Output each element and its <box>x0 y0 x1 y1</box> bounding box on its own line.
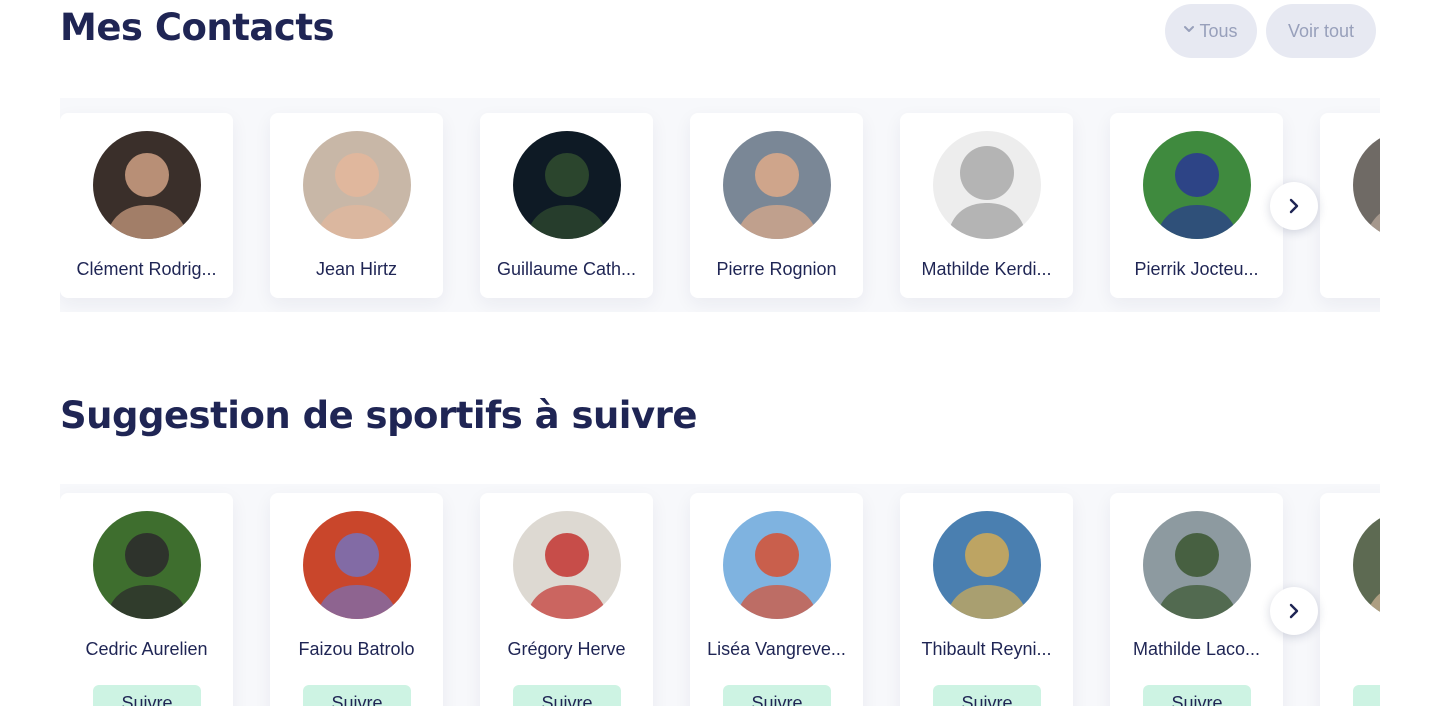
athlete-name[interactable]: Mathilde Laco... <box>1118 639 1275 660</box>
avatar[interactable] <box>93 511 201 619</box>
contact-card[interactable]: Pierre Rognion <box>690 113 863 298</box>
suggestions-carousel: Cedric Aurelien Suivre Faizou Batrolo Suivr… <box>60 484 1380 706</box>
avatar[interactable] <box>723 131 831 239</box>
contacts-next-button[interactable] <box>1270 182 1318 230</box>
suggestions-title: Suggestion de sportifs à suivre <box>60 394 697 437</box>
contact-name[interactable]: Mathilde Kerdi... <box>908 259 1065 280</box>
avatar[interactable] <box>1143 511 1251 619</box>
follow-button[interactable]: Suivre <box>303 685 411 706</box>
avatar[interactable] <box>723 511 831 619</box>
contact-name[interactable]: Pierrik Jocteu... <box>1118 259 1275 280</box>
chevron-right-icon <box>1289 603 1299 619</box>
contact-card[interactable]: Mathilde Kerdi... <box>900 113 1073 298</box>
avatar[interactable] <box>93 131 201 239</box>
contact-name[interactable]: Clément Rodrig... <box>68 259 225 280</box>
chevron-right-icon <box>1289 198 1299 214</box>
contacts-title: Mes Contacts <box>60 6 335 49</box>
athlete-card[interactable]: Cedric Aurelien Suivre <box>60 493 233 706</box>
suggestions-next-button[interactable] <box>1270 587 1318 635</box>
view-all-button[interactable]: Voir tout <box>1266 4 1376 58</box>
athlete-card[interactable]: Grégory Herve Suivre <box>480 493 653 706</box>
athlete-card[interactable]: Faizou Batrolo Suivre <box>270 493 443 706</box>
avatar[interactable] <box>933 511 1041 619</box>
avatar[interactable] <box>303 511 411 619</box>
avatar[interactable] <box>933 131 1041 239</box>
filter-dropdown-button[interactable]: Tous <box>1165 4 1257 58</box>
avatar[interactable] <box>513 131 621 239</box>
follow-button[interactable]: Suivre <box>1353 685 1380 706</box>
avatar[interactable] <box>513 511 621 619</box>
filter-label: Tous <box>1199 20 1238 41</box>
athlete-name[interactable]: Liséa Vangreve... <box>698 639 855 660</box>
athlete-card[interactable]: Liséa Vangreve... Suivre <box>690 493 863 706</box>
contact-card[interactable]: Clément Rodrig... <box>60 113 233 298</box>
follow-button[interactable]: Suivre <box>93 685 201 706</box>
contacts-carousel: Clément Rodrig... Jean Hirtz Guillaume Cat… <box>60 98 1380 312</box>
contact-name[interactable]: Guillaume Cath... <box>488 259 645 280</box>
contact-name[interactable]: Jean Hirtz <box>278 259 435 280</box>
avatar[interactable] <box>1353 131 1380 239</box>
contact-card[interactable]: Pierrik Jocteu... <box>1110 113 1283 298</box>
avatar[interactable] <box>303 131 411 239</box>
athlete-card[interactable]: Mathilde Laco... Suivre <box>1110 493 1283 706</box>
athlete-name[interactable]: Grégory Herve <box>488 639 645 660</box>
athlete-name[interactable]: Thibault Reyni... <box>908 639 1065 660</box>
athlete-card[interactable]: Thibault Reyni... Suivre <box>900 493 1073 706</box>
contact-card[interactable]: Guillaume Cath... <box>480 113 653 298</box>
athlete-name[interactable]: Faizou Batrolo <box>278 639 435 660</box>
contact-name[interactable]: Arnau <box>1328 259 1380 280</box>
follow-button[interactable]: Suivre <box>723 685 831 706</box>
follow-button[interactable]: Suivre <box>513 685 621 706</box>
avatar[interactable] <box>1353 511 1380 619</box>
chevron-down-icon <box>1184 23 1195 37</box>
follow-button[interactable]: Suivre <box>1143 685 1251 706</box>
contact-card[interactable]: Arnau <box>1320 113 1380 298</box>
contact-card[interactable]: Jean Hirtz <box>270 113 443 298</box>
follow-button[interactable]: Suivre <box>933 685 1041 706</box>
athlete-name[interactable]: Anton <box>1328 639 1380 660</box>
avatar[interactable] <box>1143 131 1251 239</box>
contact-name[interactable]: Pierre Rognion <box>698 259 855 280</box>
athlete-card[interactable]: Anton Suivre <box>1320 493 1380 706</box>
athlete-name[interactable]: Cedric Aurelien <box>68 639 225 660</box>
